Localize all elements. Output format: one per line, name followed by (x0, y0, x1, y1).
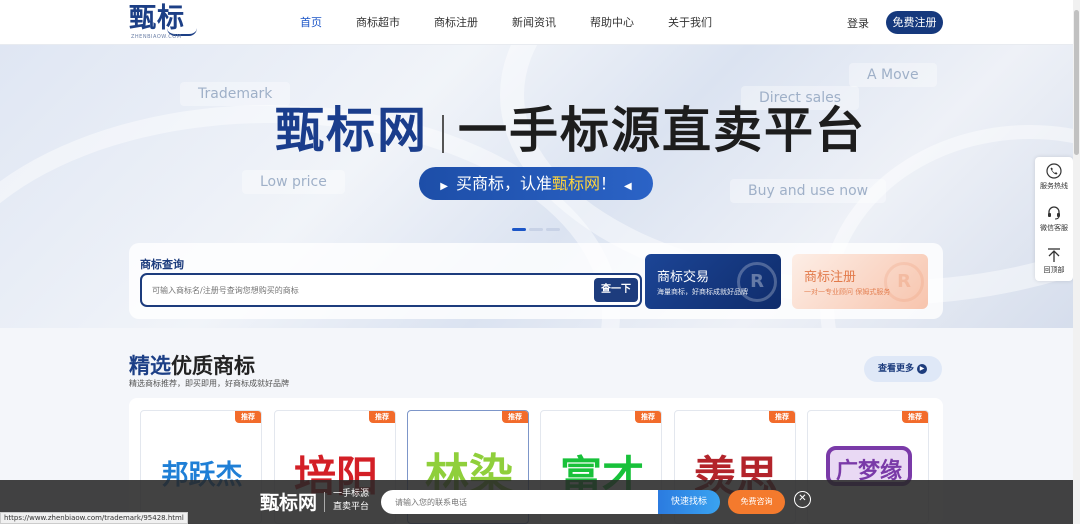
register-card-title: 商标注册 (804, 270, 857, 285)
arrow-up-icon (1048, 248, 1060, 262)
nav-about[interactable]: 关于我们 (668, 0, 712, 45)
nav-trademark-register[interactable]: 商标注册 (434, 0, 478, 45)
trademark-register-card[interactable]: R 商标注册 一对一专业顾问 保姆式服务 (792, 254, 928, 309)
side-wechat-service[interactable]: 微信客服 (1035, 205, 1073, 233)
bottom-bar-slogan: 一手标源 直卖平台 (333, 488, 369, 514)
recommend-badge: 推荐 (635, 411, 661, 423)
recommend-badge: 推荐 (235, 411, 261, 423)
free-consult-button[interactable]: 免费咨询 (728, 490, 785, 514)
bottom-bar-slogan-line1: 一手标源 (333, 489, 370, 499)
view-more-label: 查看更多 (878, 364, 915, 374)
arrow-right-icon: ▶ (917, 364, 927, 374)
carousel-dot[interactable] (529, 228, 543, 231)
section-title-highlight: 精选 (129, 354, 171, 378)
page-scrollbar[interactable] (1073, 0, 1080, 524)
phone-icon (1046, 163, 1062, 179)
search-label: 商标查询 (140, 258, 184, 271)
phone-input[interactable] (381, 490, 661, 514)
hero-tag-a-move: A Move (849, 63, 937, 87)
recommend-badge: 推荐 (369, 411, 395, 423)
register-card-subtitle: 一对一专业顾问 保姆式服务 (804, 288, 891, 296)
hero-tag-buy-and-use: Buy and use now (730, 179, 887, 203)
recommend-badge: 推荐 (902, 411, 928, 423)
register-button[interactable]: 免费注册 (886, 11, 943, 34)
site-header: 甄标 ZHENBIAOW.COM 首页 商标超市 商标注册 新闻资讯 帮助中心 … (0, 0, 1080, 45)
trade-card-title: 商标交易 (657, 270, 710, 285)
section-title: 精选优质商标 (129, 350, 255, 380)
view-more-button[interactable]: 查看更多 ▶ (864, 356, 942, 382)
side-hotline[interactable]: 服务热线 (1035, 163, 1073, 191)
bottom-bar-divider (324, 492, 325, 512)
hero-tag-low-price: Low price (242, 170, 345, 194)
main-nav: 首页 商标超市 商标注册 新闻资讯 帮助中心 关于我们 (300, 0, 746, 45)
search-input[interactable] (152, 281, 582, 299)
triangle-right-icon: ▶ (440, 181, 448, 192)
side-wechat-label: 微信客服 (1040, 224, 1068, 232)
side-top-label: 回顶部 (1043, 266, 1065, 274)
headset-icon (1048, 206, 1060, 220)
side-toolbar: 服务热线 微信客服 回顶部 (1035, 157, 1073, 281)
hero-slogan-prefix: 买商标，认准 (455, 174, 552, 193)
hero-title-brand: 甄标网 (275, 102, 429, 159)
bottom-bar-slogan-line2: 直卖平台 (333, 502, 370, 512)
status-bar-url: https://www.zhenbiaow.com/trademark/9542… (0, 512, 188, 524)
recommend-badge: 推荐 (502, 411, 528, 423)
nav-home[interactable]: 首页 (300, 0, 322, 45)
section-title-rest: 优质商标 (171, 354, 255, 378)
login-link[interactable]: 登录 (847, 15, 869, 31)
trademark-trade-card[interactable]: R 商标交易 海量商标，好商标成就好品牌 (645, 254, 781, 309)
side-back-to-top[interactable]: 回顶部 (1035, 247, 1073, 275)
nav-help[interactable]: 帮助中心 (590, 0, 634, 45)
triangle-left-icon: ◀ (624, 181, 632, 192)
hero-tag-trademark: Trademark (180, 82, 291, 106)
nav-news[interactable]: 新闻资讯 (512, 0, 556, 45)
logo-domain: ZHENBIAOW.COM (131, 34, 182, 40)
scrollbar-thumb[interactable] (1074, 10, 1079, 155)
hero-title: 甄标网 一手标源直卖平台 (275, 103, 866, 159)
carousel-dots (512, 228, 563, 231)
nav-trademark-market[interactable]: 商标超市 (356, 0, 400, 45)
hero-title-divider (442, 114, 445, 153)
hero-title-main: 一手标源直卖平台 (458, 102, 867, 159)
trade-card-subtitle: 海量商标，好商标成就好品牌 (657, 288, 748, 296)
site-logo[interactable]: 甄标 ZHENBIAOW.COM (129, 4, 199, 42)
search-button[interactable]: 查一下 (594, 278, 638, 302)
close-icon[interactable]: ✕ (794, 491, 811, 508)
bottom-bar-logo: 甄标网 (260, 492, 318, 514)
carousel-dot[interactable] (546, 228, 560, 231)
side-hotline-label: 服务热线 (1040, 182, 1068, 190)
section-subtitle: 精选商标推荐，即买即用，好商标成就好品牌 (129, 379, 289, 388)
hero-slogan-highlight: 甄标网 (551, 174, 600, 193)
hero-slogan-pill: ▶ 买商标，认准甄标网！ ◀ (419, 167, 653, 200)
carousel-dot[interactable] (512, 228, 526, 231)
hero-slogan-suffix: ！ (600, 174, 617, 193)
search-box: 查一下 (140, 273, 642, 307)
quick-find-button[interactable]: 快速找标 (658, 490, 720, 514)
recommend-badge: 推荐 (769, 411, 795, 423)
